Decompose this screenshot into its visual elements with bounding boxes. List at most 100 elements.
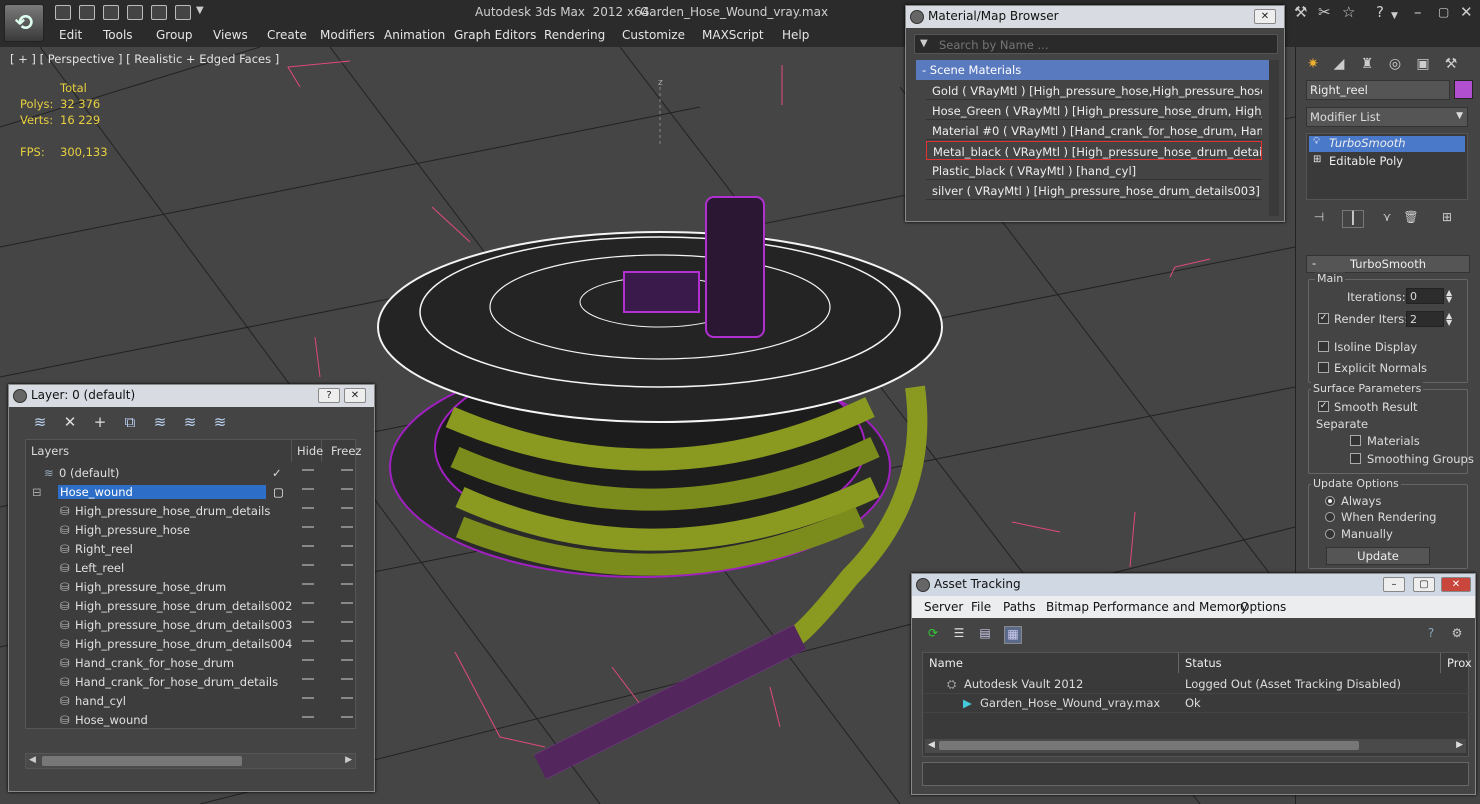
menu-tools[interactable]: Tools [103, 28, 133, 42]
material-item[interactable]: Gold ( VRayMtl ) [High_pressure_hose,Hig… [926, 81, 1262, 100]
hide-toggle[interactable] [302, 716, 314, 718]
current-layer-check-icon[interactable]: ✓ [272, 466, 282, 480]
asset-row[interactable]: ⛭ Autodesk Vault 2012 Logged Out (Asset … [923, 675, 1470, 694]
highlight-layer-icon[interactable]: ≋ [149, 413, 171, 433]
stack-item-editable-poly[interactable]: ⊞ Editable Poly [1309, 154, 1465, 170]
freeze-toggle[interactable] [341, 564, 353, 566]
hide-column-header[interactable]: Hide [292, 440, 323, 462]
update-always-radio[interactable] [1325, 496, 1335, 506]
hierarchy-tab-icon[interactable]: ♜ [1356, 53, 1378, 75]
hide-toggle[interactable] [302, 507, 314, 509]
update-manually-radio[interactable] [1325, 529, 1335, 539]
create-layer-icon[interactable]: ≋ [29, 413, 51, 433]
object-name-field[interactable]: Right_reel [1306, 80, 1450, 100]
layer-close-button[interactable]: ✕ [344, 388, 366, 403]
material-item[interactable]: silver ( VRayMtl ) [High_pressure_hose_d… [926, 181, 1262, 200]
menu-views[interactable]: Views [213, 28, 248, 42]
freeze-toggle[interactable] [341, 640, 353, 642]
smooth-result-checkbox[interactable]: ✓ [1318, 401, 1329, 412]
modifier-list-dropdown[interactable]: Modifier List ▼ [1306, 107, 1468, 127]
scrollbar-thumb[interactable] [939, 741, 1359, 750]
layer-list-scrollbar[interactable]: ◀ ▶ [25, 753, 356, 769]
freeze-toggle[interactable] [341, 488, 353, 490]
freeze-toggle[interactable] [341, 602, 353, 604]
layers-column-header[interactable]: Layers [26, 440, 292, 462]
set-current-layer-icon[interactable]: ▢ [271, 485, 286, 499]
spinner-arrows-icon[interactable]: ▲ ▼ [1446, 312, 1452, 327]
maximize-icon[interactable]: ▢ [1438, 4, 1449, 20]
hide-toggle[interactable] [302, 640, 314, 642]
help-dropdown-icon[interactable]: ▼ [1391, 8, 1398, 24]
configure-sets-icon[interactable]: ⊞ [1436, 210, 1458, 228]
object-row[interactable]: ⛁ High_pressure_hose_drum_details002 [26, 597, 357, 616]
scroll-right-icon[interactable]: ▶ [1456, 740, 1463, 750]
status-column-header[interactable]: Status [1179, 653, 1441, 673]
material-item[interactable]: Hose_Green ( VRayMtl ) [High_pressure_ho… [926, 101, 1262, 120]
menu-modifiers[interactable]: Modifiers [320, 28, 375, 42]
hide-toggle[interactable] [302, 659, 314, 661]
turbosmooth-rollout-header[interactable]: - TurboSmooth [1306, 255, 1470, 273]
menu-maxscript[interactable]: MAXScript [702, 28, 764, 42]
expand-icon[interactable]: ⊞ [1313, 154, 1321, 165]
favorites-star-icon[interactable]: ☆ [1342, 4, 1355, 20]
object-color-swatch[interactable] [1454, 80, 1473, 99]
application-menu-button[interactable]: ⟲ [4, 4, 44, 42]
update-button[interactable]: Update [1326, 547, 1430, 565]
separate-smoothing-groups-checkbox[interactable] [1350, 453, 1361, 464]
hide-toggle[interactable] [302, 583, 314, 585]
object-row[interactable]: ⛁ Hand_crank_for_hose_drum_details [26, 673, 357, 692]
menu-rendering[interactable]: Rendering [544, 28, 605, 42]
asset-menu-bitmap-performance[interactable]: Bitmap Performance and Memory [1046, 600, 1248, 614]
minimize-icon[interactable]: – [1414, 4, 1422, 20]
asset-tracking-titlebar[interactable]: Asset Tracking – ▢ ✕ [912, 574, 1475, 596]
hide-toggle[interactable] [302, 488, 314, 490]
create-tab-icon[interactable]: ✷ [1302, 53, 1324, 75]
new-file-icon[interactable] [55, 5, 71, 20]
object-row[interactable]: ⛁ High_pressure_hose [26, 521, 357, 540]
asset-menu-file[interactable]: File [971, 600, 991, 614]
hide-all-layers-icon[interactable]: ≋ [179, 413, 201, 433]
iterations-spinner[interactable]: 0 [1406, 288, 1444, 304]
hide-toggle[interactable] [302, 545, 314, 547]
object-row[interactable]: ⛁ High_pressure_hose_drum_details003 [26, 616, 357, 635]
key-icon[interactable]: ✂ [1318, 4, 1331, 20]
show-end-result-icon[interactable]: ┃ [1342, 210, 1364, 228]
material-item-selected[interactable]: Metal_black ( VRayMtl ) [High_pressure_h… [926, 141, 1262, 160]
menu-help[interactable]: Help [782, 28, 809, 42]
freeze-toggle[interactable] [341, 526, 353, 528]
asset-menu-paths[interactable]: Paths [1003, 600, 1036, 614]
asset-maximize-button[interactable]: ▢ [1413, 577, 1435, 592]
display-tab-icon[interactable]: ▣ [1412, 53, 1434, 75]
undo-icon[interactable] [127, 5, 143, 20]
utilities-tab-icon[interactable]: ⚒ [1440, 53, 1462, 75]
remove-modifier-icon[interactable]: 🗑︎ [1400, 210, 1422, 228]
hide-toggle[interactable] [302, 564, 314, 566]
asset-minimize-button[interactable]: – [1383, 577, 1405, 592]
isoline-display-checkbox[interactable] [1318, 341, 1329, 352]
motion-tab-icon[interactable]: ◎ [1384, 53, 1406, 75]
detail-view-icon[interactable]: ▤ [976, 626, 994, 644]
asset-close-button[interactable]: ✕ [1441, 577, 1471, 592]
lightbulb-icon[interactable]: 💡︎ [1313, 136, 1320, 147]
layer-row-selected[interactable]: ⊟ Hose_wound ▢ [26, 483, 357, 502]
freeze-toggle[interactable] [341, 469, 353, 471]
menu-customize[interactable]: Customize [622, 28, 685, 42]
list-view-icon[interactable]: ☰ [950, 626, 968, 644]
spinner-arrows-icon[interactable]: ▲ ▼ [1446, 289, 1452, 304]
save-file-icon[interactable] [103, 5, 119, 20]
separate-materials-checkbox[interactable] [1350, 435, 1361, 446]
pin-stack-icon[interactable]: ⊣ [1308, 210, 1330, 228]
material-item[interactable]: Plastic_black ( VRayMtl ) [hand_cyl] [926, 161, 1262, 180]
context-help-icon[interactable]: ⚙ [1448, 626, 1466, 644]
render-iters-spinner[interactable]: 2 [1406, 311, 1444, 327]
asset-menu-options[interactable]: Options [1240, 600, 1286, 614]
asset-menu-server[interactable]: Server [924, 600, 963, 614]
quick-access-dropdown-icon[interactable]: ▼ [196, 5, 204, 16]
help-icon[interactable]: ? [1376, 4, 1384, 20]
hose-reel-model[interactable] [377, 196, 943, 780]
scrollbar-thumb[interactable] [42, 756, 242, 766]
asset-row[interactable]: ▶ Garden_Hose_Wound_vray.max Ok [923, 694, 1470, 713]
menu-create[interactable]: Create [267, 28, 307, 42]
object-row[interactable]: ⛁ High_pressure_hose_drum_details [26, 502, 357, 521]
open-file-icon[interactable] [79, 5, 95, 20]
